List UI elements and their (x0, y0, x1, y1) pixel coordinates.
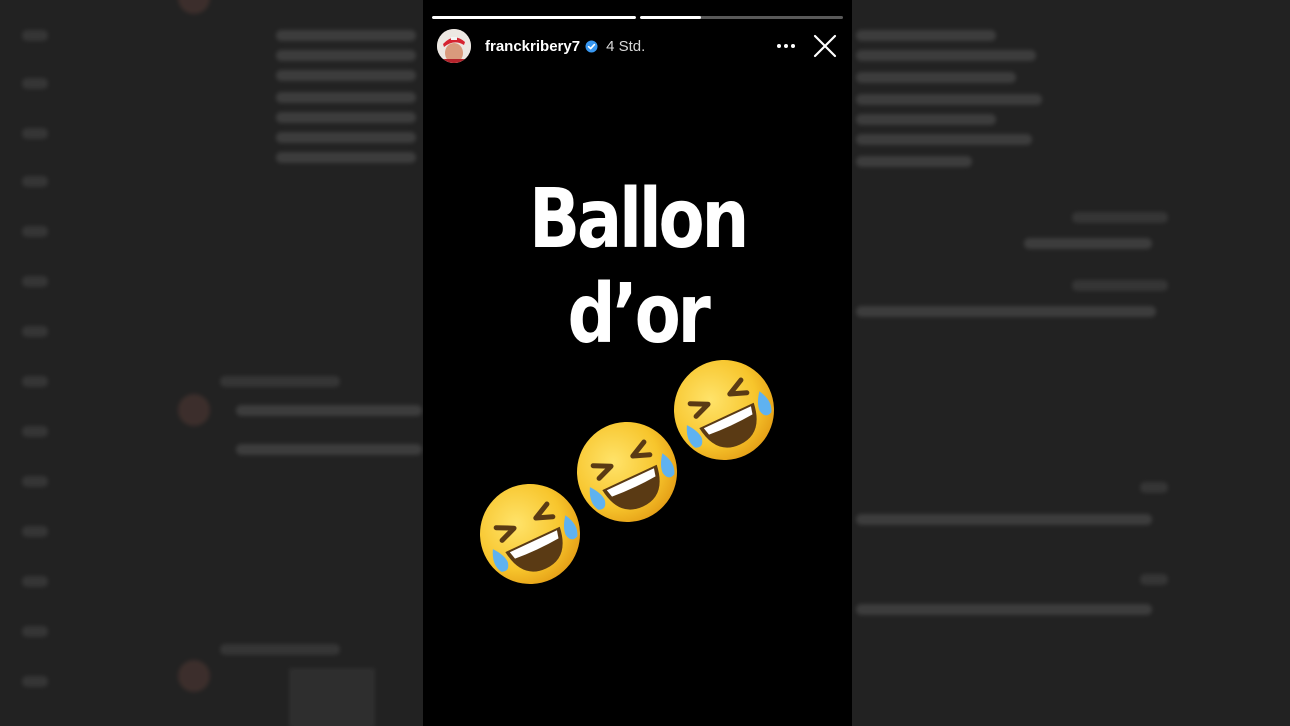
more-options-button[interactable] (768, 31, 804, 61)
avatar[interactable] (437, 29, 471, 63)
story-header: franckribery7 4 Std. (437, 27, 842, 65)
close-button[interactable] (808, 29, 842, 63)
progress-segment (639, 16, 843, 19)
username[interactable]: franckribery7 (485, 38, 580, 55)
screen: franckribery7 4 Std. Ballon d’or (0, 0, 1290, 726)
close-icon (813, 34, 837, 58)
story-progress (432, 16, 843, 19)
story-text: Ballon d’or (528, 172, 749, 362)
progress-fill (432, 16, 636, 19)
rolling-on-the-floor-laughing-emoji (674, 360, 774, 460)
verified-badge-icon (585, 40, 598, 53)
story-timestamp: 4 Std. (606, 37, 646, 55)
more-options-icon (777, 44, 795, 48)
progress-segment (432, 16, 636, 19)
progress-fill (639, 16, 701, 19)
story-viewer[interactable]: franckribery7 4 Std. Ballon d’or (423, 0, 852, 726)
